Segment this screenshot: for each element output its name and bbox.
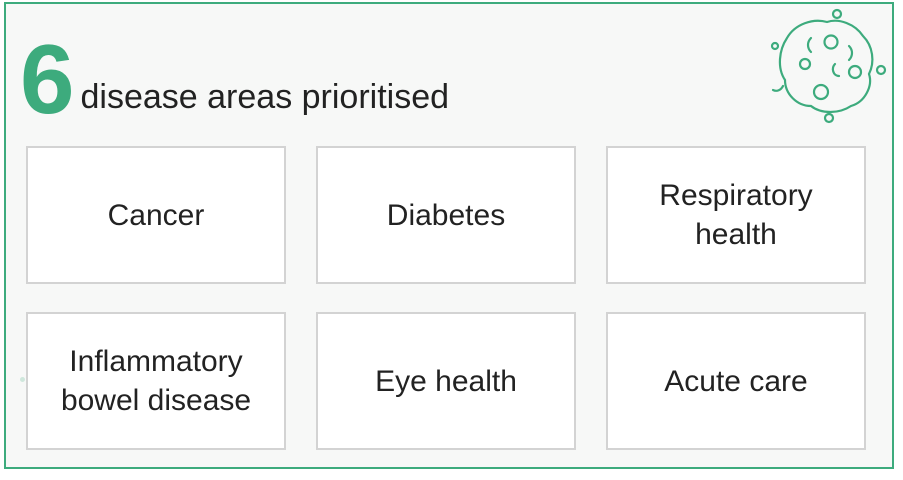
area-tile-inflammatory-bowel-disease: Inflammatory bowel disease — [26, 312, 286, 450]
area-tile-diabetes: Diabetes — [316, 146, 576, 284]
area-tile-respiratory-health: Respiratory health — [606, 146, 866, 284]
area-tile-cancer: Cancer — [26, 146, 286, 284]
virus-icon — [770, 8, 887, 124]
decorative-dot — [20, 377, 25, 382]
area-tile-acute-care: Acute care — [606, 312, 866, 450]
headline-text: disease areas prioritised — [80, 78, 450, 116]
headline-number: 6 — [20, 24, 75, 134]
headline: 6 disease areas prioritised — [20, 30, 450, 128]
area-tile-eye-health: Eye health — [316, 312, 576, 450]
